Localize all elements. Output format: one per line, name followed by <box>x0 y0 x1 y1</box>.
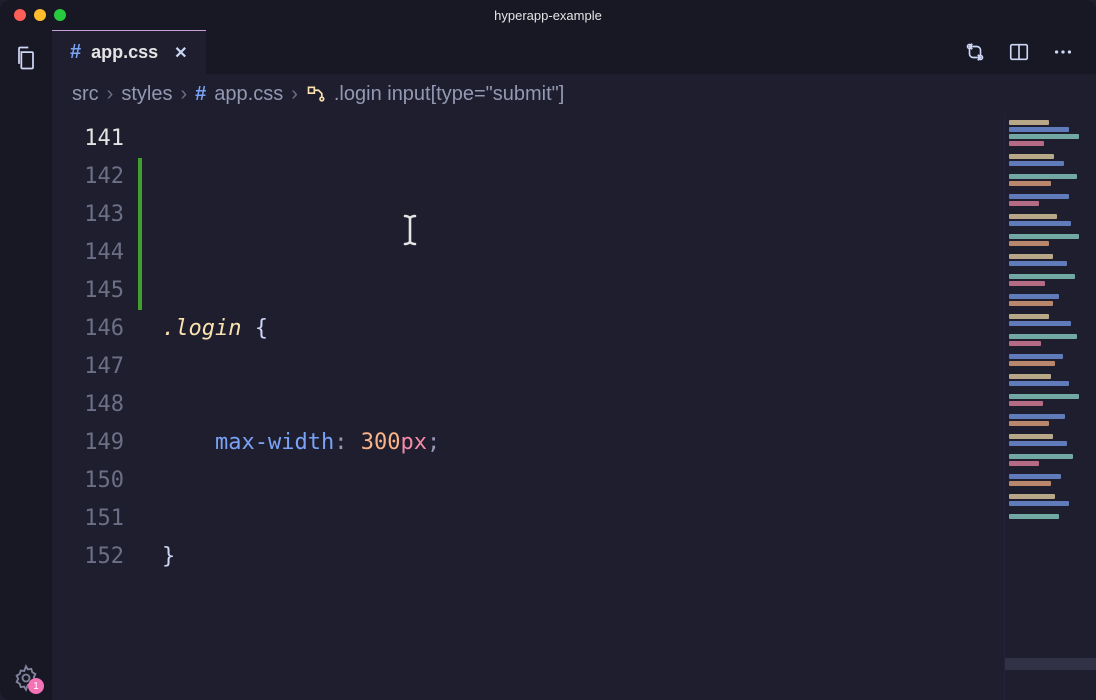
editor-body[interactable]: 141 142 143 144 145 146 147 148 149 150 … <box>52 114 1096 700</box>
tabs-row: # app.css ✕ <box>52 30 1096 74</box>
minimap-stripe <box>1009 514 1059 519</box>
minimap-stripe <box>1009 214 1057 219</box>
line-number: 143 <box>52 196 124 234</box>
breadcrumb-seg-file[interactable]: app.css <box>214 83 283 106</box>
minimap-stripe <box>1009 181 1051 186</box>
minimap-stripe <box>1009 454 1073 459</box>
maximize-window-button[interactable] <box>54 9 66 21</box>
minimap-stripe <box>1009 154 1054 159</box>
window-controls <box>0 9 66 21</box>
css-file-icon: # <box>70 41 81 64</box>
line-number: 148 <box>52 386 124 424</box>
minimap-stripe <box>1009 481 1051 486</box>
minimap-stripe <box>1009 120 1049 125</box>
minimap-stripe <box>1009 354 1063 359</box>
minimap-stripe <box>1009 334 1077 339</box>
minimap-stripe <box>1009 281 1045 286</box>
minimap-stripe <box>1009 274 1075 279</box>
editor-group: # app.css ✕ <box>52 30 1096 700</box>
minimap-stripe <box>1009 261 1067 266</box>
code-area[interactable]: .login { max-width: 300px; } .login inpu… <box>138 114 1004 700</box>
settings-gear-icon[interactable]: 1 <box>12 664 40 692</box>
chevron-right-icon: › <box>107 83 114 106</box>
line-number: 147 <box>52 348 124 386</box>
minimap-stripe <box>1009 234 1079 239</box>
minimap[interactable] <box>1004 114 1096 700</box>
tab-label: app.css <box>91 42 158 63</box>
breadcrumb-seg-styles[interactable]: styles <box>121 83 172 106</box>
more-actions-icon[interactable] <box>1052 41 1074 63</box>
minimap-stripe <box>1009 141 1044 146</box>
css-file-icon: # <box>195 83 206 106</box>
minimap-stripe <box>1009 494 1055 499</box>
minimap-stripe <box>1009 301 1053 306</box>
tab-app-css[interactable]: # app.css ✕ <box>52 30 206 74</box>
minimap-stripe <box>1009 421 1049 426</box>
line-number: 141 <box>52 120 124 158</box>
minimap-stripe <box>1009 461 1039 466</box>
titlebar: hyperapp-example <box>0 0 1096 30</box>
compare-changes-icon[interactable] <box>964 41 986 63</box>
minimap-stripe <box>1009 414 1065 419</box>
split-editor-icon[interactable] <box>1008 41 1030 63</box>
minimap-stripe <box>1009 434 1053 439</box>
editor-actions <box>964 30 1096 74</box>
settings-badge: 1 <box>28 678 44 694</box>
minimap-stripe <box>1009 314 1049 319</box>
minimap-stripe <box>1009 254 1053 259</box>
minimap-stripe <box>1009 501 1069 506</box>
minimap-stripe <box>1009 194 1069 199</box>
minimap-stripe <box>1009 134 1079 139</box>
activity-bar: 1 <box>0 30 52 700</box>
minimap-stripe <box>1009 321 1071 326</box>
chevron-right-icon: › <box>291 83 298 106</box>
minimap-viewport[interactable] <box>1005 658 1096 670</box>
vscode-window: hyperapp-example 1 <box>0 0 1096 700</box>
chevron-right-icon: › <box>180 83 187 106</box>
minimap-stripe <box>1009 374 1051 379</box>
minimap-stripe <box>1009 361 1055 366</box>
minimize-window-button[interactable] <box>34 9 46 21</box>
line-number: 152 <box>52 538 124 576</box>
minimap-stripe <box>1009 441 1067 446</box>
css-rule-icon <box>306 83 326 106</box>
minimap-stripe <box>1009 341 1041 346</box>
minimap-stripe <box>1009 161 1064 166</box>
explorer-icon[interactable] <box>12 44 40 72</box>
minimap-stripe <box>1009 381 1069 386</box>
breadcrumb-seg-rule[interactable]: .login input[type="submit"] <box>334 83 564 106</box>
minimap-stripe <box>1009 401 1043 406</box>
breadcrumb-seg-src[interactable]: src <box>72 83 99 106</box>
minimap-stripe <box>1009 294 1059 299</box>
close-tab-icon[interactable]: ✕ <box>174 43 187 63</box>
window-title: hyperapp-example <box>0 8 1096 23</box>
line-number-gutter: 141 142 143 144 145 146 147 148 149 150 … <box>52 114 138 700</box>
minimap-stripe <box>1009 127 1069 132</box>
line-number: 146 <box>52 310 124 348</box>
close-window-button[interactable] <box>14 9 26 21</box>
minimap-stripe <box>1009 394 1079 399</box>
minimap-stripe <box>1009 174 1077 179</box>
line-number: 149 <box>52 424 124 462</box>
text-cursor-icon <box>398 212 422 253</box>
minimap-stripe <box>1009 201 1039 206</box>
minimap-stripe <box>1009 474 1061 479</box>
line-number: 150 <box>52 462 124 500</box>
line-number: 145 <box>52 272 124 310</box>
minimap-stripe <box>1009 221 1071 226</box>
line-number: 151 <box>52 500 124 538</box>
breadcrumb[interactable]: src › styles › # app.css › .login input[… <box>52 74 1096 114</box>
line-number: 144 <box>52 234 124 272</box>
minimap-stripe <box>1009 241 1049 246</box>
line-number: 142 <box>52 158 124 196</box>
